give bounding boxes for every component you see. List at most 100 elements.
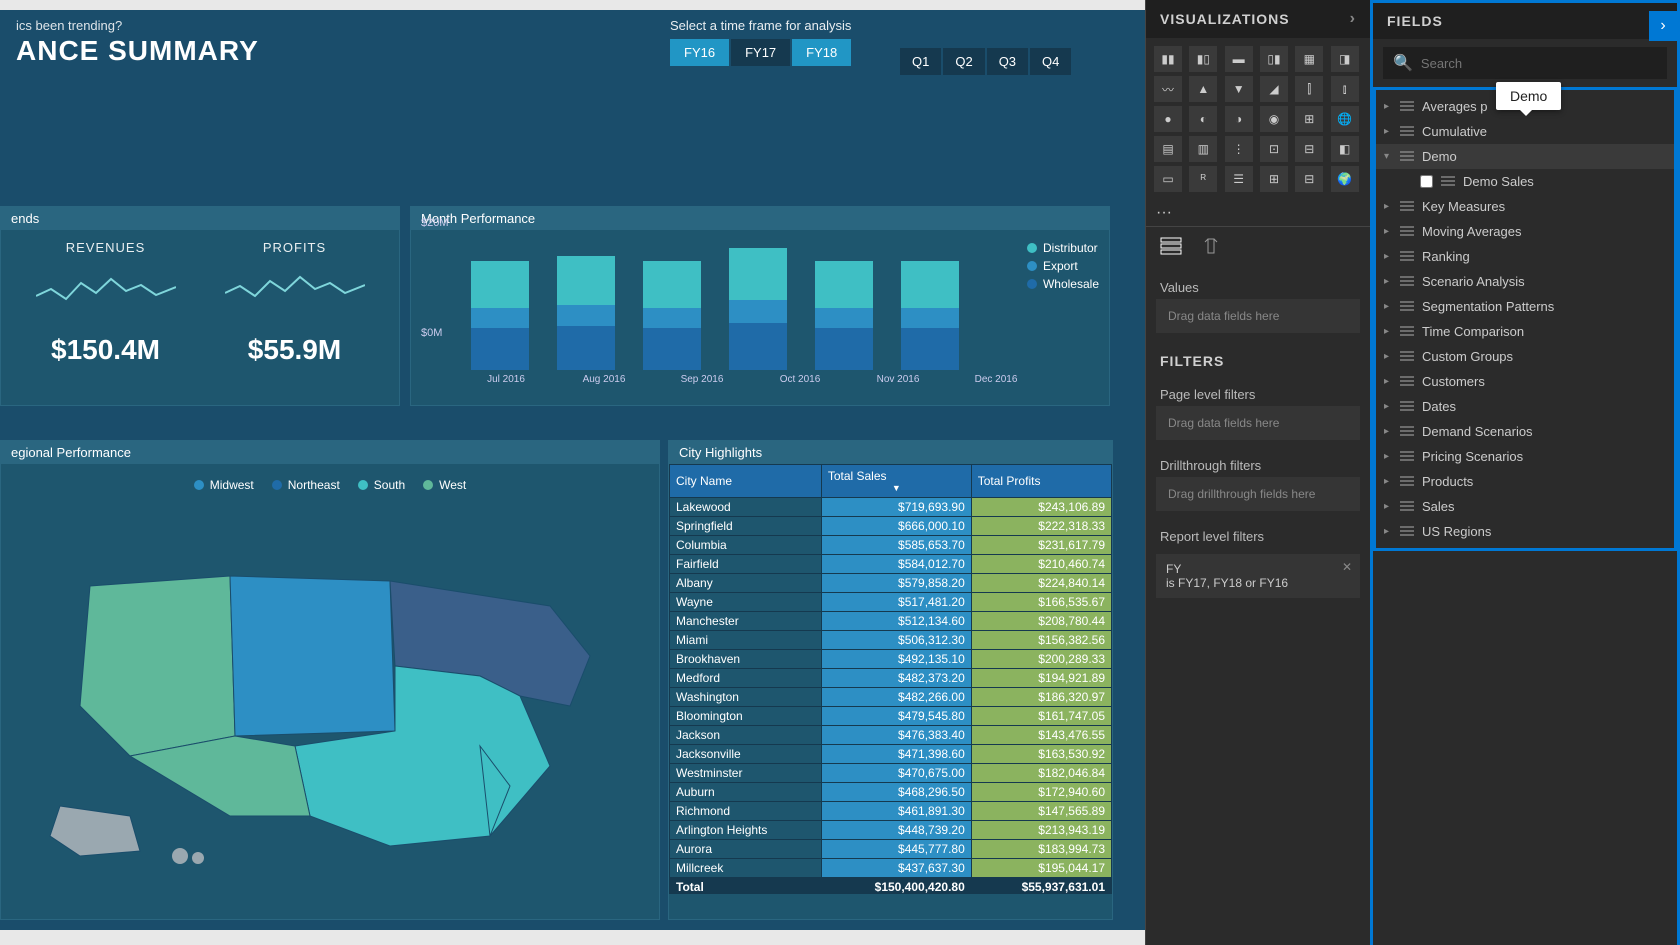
- fy-filter-card[interactable]: ✕ FY is FY17, FY18 or FY16: [1156, 554, 1360, 598]
- table-row[interactable]: Jacksonville$471,398.60$163,530.92: [670, 745, 1112, 764]
- q2-button[interactable]: Q2: [943, 48, 984, 75]
- table-row[interactable]: Auburn$468,296.50$172,940.60: [670, 783, 1112, 802]
- viz-type-icon[interactable]: 〰: [1154, 76, 1182, 102]
- field-table-item[interactable]: ▸Pricing Scenarios: [1376, 444, 1674, 469]
- fy16-button[interactable]: FY16: [670, 39, 729, 66]
- bar-column[interactable]: [557, 256, 615, 370]
- viz-type-icon[interactable]: ⫾: [1331, 76, 1359, 102]
- page-filters-well[interactable]: Drag data fields here: [1156, 406, 1360, 440]
- viz-type-icon[interactable]: ⊞: [1260, 166, 1288, 192]
- viz-panel-header[interactable]: VISUALIZATIONS ›: [1146, 0, 1370, 38]
- table-row[interactable]: Wayne$517,481.20$166,535.67: [670, 593, 1112, 612]
- fy18-button[interactable]: FY18: [792, 39, 851, 66]
- field-table-item[interactable]: ▸Ranking: [1376, 244, 1674, 269]
- field-table-item[interactable]: ▸Demand Scenarios: [1376, 419, 1674, 444]
- table-row[interactable]: Lakewood$719,693.90$243,106.89: [670, 498, 1112, 517]
- format-tab-icon[interactable]: [1202, 237, 1220, 262]
- table-row[interactable]: Aurora$445,777.80$183,994.73: [670, 840, 1112, 859]
- fy17-button[interactable]: FY17: [731, 39, 790, 66]
- viz-type-icon[interactable]: ▲: [1189, 76, 1217, 102]
- viz-type-icon[interactable]: ▮▮: [1154, 46, 1182, 72]
- close-icon[interactable]: ✕: [1342, 560, 1352, 574]
- q1-button[interactable]: Q1: [900, 48, 941, 75]
- drill-well[interactable]: Drag drillthrough fields here: [1156, 477, 1360, 511]
- col-city-name[interactable]: City Name: [670, 465, 822, 498]
- city-table-scroll[interactable]: City Name Total Sales▼ Total Profits Lak…: [669, 464, 1112, 894]
- viz-type-icon[interactable]: ◧: [1331, 136, 1359, 162]
- viz-type-icon[interactable]: ◑: [1225, 106, 1253, 132]
- values-well[interactable]: Drag data fields here: [1156, 299, 1360, 333]
- regional-card[interactable]: egional Performance Midwest Northeast So…: [0, 440, 660, 920]
- table-row[interactable]: Springfield$666,000.10$222,318.33: [670, 517, 1112, 536]
- q4-button[interactable]: Q4: [1030, 48, 1071, 75]
- viz-type-icon[interactable]: ▮▯: [1189, 46, 1217, 72]
- field-table-item[interactable]: ▸Moving Averages: [1376, 219, 1674, 244]
- viz-type-icon[interactable]: ⫿: [1295, 76, 1323, 102]
- field-table-item[interactable]: ▸Key Measures: [1376, 194, 1674, 219]
- chevron-right-icon[interactable]: ›: [1350, 10, 1356, 28]
- fields-panel-header[interactable]: FIELDS: [1373, 3, 1677, 39]
- bar-column[interactable]: [729, 248, 787, 370]
- table-row[interactable]: Jackson$476,383.40$143,476.55: [670, 726, 1112, 745]
- table-row[interactable]: Washington$482,266.00$186,320.97: [670, 688, 1112, 707]
- month-performance-card[interactable]: Month Performance $20M $0M Jul 2016Aug 2…: [410, 206, 1110, 406]
- table-row[interactable]: Bloomington$479,545.80$161,747.05: [670, 707, 1112, 726]
- viz-type-icon[interactable]: ▦: [1295, 46, 1323, 72]
- field-table-item[interactable]: ▸Custom Groups: [1376, 344, 1674, 369]
- field-table-item[interactable]: ▸Cumulative: [1376, 119, 1674, 144]
- table-row[interactable]: Fairfield$584,012.70$210,460.74: [670, 555, 1112, 574]
- table-row[interactable]: Albany$579,858.20$224,840.14: [670, 574, 1112, 593]
- q3-button[interactable]: Q3: [987, 48, 1028, 75]
- trends-card[interactable]: ends REVENUES $150.4M PROFITS $55.9M: [0, 206, 400, 406]
- viz-type-icon[interactable]: ⋮: [1225, 136, 1253, 162]
- viz-type-icon[interactable]: ⊞: [1295, 106, 1323, 132]
- viz-type-icon[interactable]: 🌐: [1331, 106, 1359, 132]
- viz-type-icon[interactable]: ▼: [1225, 76, 1253, 102]
- field-table-item[interactable]: ▸Scenario Analysis: [1376, 269, 1674, 294]
- bar-column[interactable]: [471, 261, 529, 370]
- search-box[interactable]: 🔍: [1383, 47, 1667, 79]
- viz-type-icon[interactable]: ▯▮: [1260, 46, 1288, 72]
- viz-type-icon[interactable]: ◐: [1189, 106, 1217, 132]
- bar-column[interactable]: [643, 261, 701, 370]
- field-table-item[interactable]: ▾Demo: [1376, 144, 1674, 169]
- viz-type-icon[interactable]: ◉: [1260, 106, 1288, 132]
- field-table-item[interactable]: ▸Time Comparison: [1376, 319, 1674, 344]
- viz-type-icon[interactable]: ᴿ: [1189, 166, 1217, 192]
- more-visuals-button[interactable]: ···: [1146, 200, 1370, 226]
- viz-type-icon[interactable]: ◨: [1331, 46, 1359, 72]
- fields-tab-icon[interactable]: [1160, 237, 1182, 262]
- viz-type-icon[interactable]: ▬: [1225, 46, 1253, 72]
- table-row[interactable]: Westminster$470,675.00$182,046.84: [670, 764, 1112, 783]
- field-table-item[interactable]: ▸Segmentation Patterns: [1376, 294, 1674, 319]
- table-row[interactable]: Richmond$461,891.30$147,565.89: [670, 802, 1112, 821]
- viz-type-icon[interactable]: 🌍: [1331, 166, 1359, 192]
- viz-type-icon[interactable]: ☰: [1225, 166, 1253, 192]
- table-row[interactable]: Millcreek$437,637.30$195,044.17: [670, 859, 1112, 878]
- table-row[interactable]: Miami$506,312.30$156,382.56: [670, 631, 1112, 650]
- bar-column[interactable]: [815, 261, 873, 370]
- table-row[interactable]: Arlington Heights$448,739.20$213,943.19: [670, 821, 1112, 840]
- table-row[interactable]: Manchester$512,134.60$208,780.44: [670, 612, 1112, 631]
- table-row[interactable]: Brookhaven$492,135.10$200,289.33: [670, 650, 1112, 669]
- city-highlights-card[interactable]: City Highlights City Name Total Sales▼ T…: [668, 440, 1113, 920]
- field-table-item[interactable]: ▸Sales: [1376, 494, 1674, 519]
- viz-type-icon[interactable]: ●: [1154, 106, 1182, 132]
- table-row[interactable]: Columbia$585,653.70$231,617.79: [670, 536, 1112, 555]
- field-table-item[interactable]: ▸Dates: [1376, 394, 1674, 419]
- col-total-profits[interactable]: Total Profits: [971, 465, 1111, 498]
- search-input[interactable]: [1421, 56, 1657, 71]
- col-total-sales[interactable]: Total Sales▼: [821, 465, 971, 498]
- field-table-item[interactable]: ▸US Regions: [1376, 519, 1674, 544]
- viz-type-icon[interactable]: ⊡: [1260, 136, 1288, 162]
- field-table-item[interactable]: ▸Products: [1376, 469, 1674, 494]
- viz-type-icon[interactable]: ◢: [1260, 76, 1288, 102]
- viz-type-icon[interactable]: ▤: [1154, 136, 1182, 162]
- viz-type-icon[interactable]: ▥: [1189, 136, 1217, 162]
- field-checkbox[interactable]: [1420, 175, 1433, 188]
- field-table-item[interactable]: ▸Customers: [1376, 369, 1674, 394]
- viz-type-icon[interactable]: ▭: [1154, 166, 1182, 192]
- collapse-button[interactable]: ›: [1649, 11, 1677, 41]
- table-row[interactable]: Medford$482,373.20$194,921.89: [670, 669, 1112, 688]
- field-column-item[interactable]: Demo Sales: [1376, 169, 1674, 194]
